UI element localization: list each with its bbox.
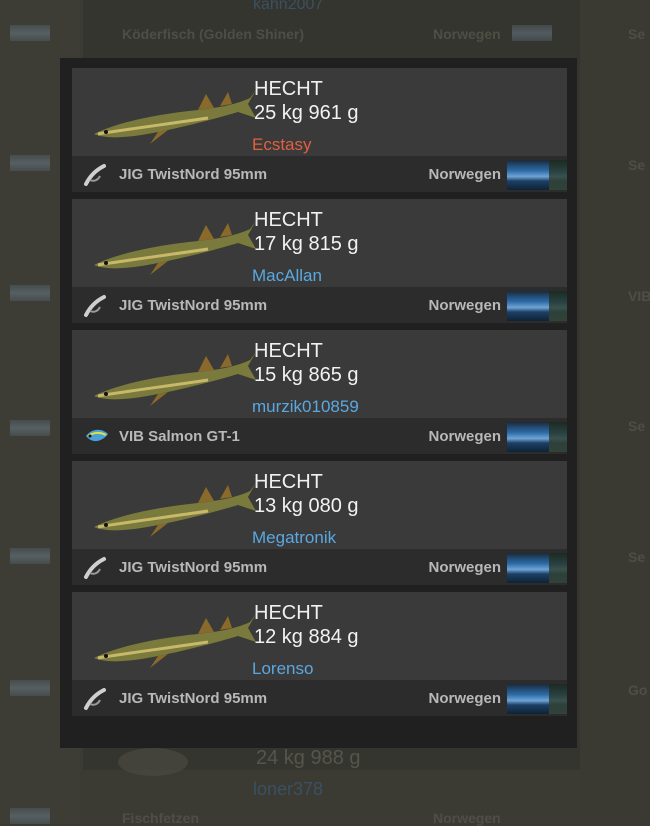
catch-card-footer: JIG TwistNord 95mm Norwegen: [72, 549, 567, 585]
fish-weight: 12 kg 884 g: [254, 626, 359, 648]
fish-weight: 15 kg 865 g: [254, 364, 359, 386]
player-name[interactable]: murzik010859: [252, 397, 359, 417]
fish-icon: [118, 748, 188, 776]
fish-species: HECHT: [254, 602, 323, 624]
background-right-label: Se: [628, 26, 646, 42]
pike-fish-icon: [94, 90, 256, 144]
jig-icon: [84, 557, 106, 579]
catch-card[interactable]: HECHT 15 kg 865 g murzik010859 VIB Salmo…: [72, 330, 567, 454]
flag-icon: [10, 420, 50, 436]
flag-icon: [10, 680, 50, 696]
location-thumbnail-icon: [507, 291, 567, 321]
flag-icon: [10, 285, 50, 301]
jig-icon: [84, 295, 106, 317]
trophy-list-modal: HECHT 25 kg 961 g Ecstasy JIG TwistNord …: [60, 58, 577, 748]
location-thumbnail-icon: [512, 25, 552, 41]
background-right-label: VIB: [628, 288, 650, 304]
location-thumbnail-icon: [507, 684, 567, 714]
fish-species: HECHT: [254, 471, 323, 493]
catch-card[interactable]: HECHT 13 kg 080 g Megatronik JIG TwistNo…: [72, 461, 567, 585]
location-thumbnail-icon: [507, 160, 567, 190]
jig-icon: [84, 688, 106, 710]
background-right-label: Se: [628, 157, 646, 173]
background-right-label: Se: [628, 418, 646, 434]
pike-fish-icon: [94, 483, 256, 537]
background-right-column: [580, 0, 650, 824]
flag-icon: [10, 25, 50, 41]
location-thumbnail-icon: [507, 553, 567, 583]
player-name[interactable]: Megatronik: [252, 528, 336, 548]
background-right-label: Se: [628, 549, 646, 565]
flag-icon: [10, 548, 50, 564]
lure-name: JIG TwistNord 95mm: [119, 297, 268, 314]
pike-fish-icon: [94, 352, 256, 406]
fish-weight: 25 kg 961 g: [254, 102, 359, 124]
player-name[interactable]: Lorenso: [252, 659, 313, 679]
catch-card-footer: JIG TwistNord 95mm Norwegen: [72, 680, 567, 716]
jig-icon: [84, 164, 106, 186]
flag-icon: [10, 808, 50, 824]
player-name[interactable]: Ecstasy: [252, 135, 312, 155]
background-player: kahn2007: [253, 0, 324, 13]
vib-lure-icon: [86, 429, 108, 442]
location-name: Norwegen: [428, 297, 501, 314]
catch-card-footer: VIB Salmon GT-1 Norwegen: [72, 418, 567, 454]
pike-fish-icon: [94, 614, 256, 668]
catch-card[interactable]: HECHT 17 kg 815 g MacAllan JIG TwistNord…: [72, 199, 567, 323]
catch-card[interactable]: HECHT 25 kg 961 g Ecstasy JIG TwistNord …: [72, 68, 567, 192]
pike-fish-icon: [94, 221, 256, 275]
player-name[interactable]: MacAllan: [252, 266, 322, 286]
lure-name: JIG TwistNord 95mm: [119, 690, 268, 707]
background-weight: 24 kg 988 g: [256, 747, 361, 769]
fish-species: HECHT: [254, 209, 323, 231]
catch-card[interactable]: HECHT 12 kg 884 g Lorenso JIG TwistNord …: [72, 592, 567, 716]
fish-species: HECHT: [254, 340, 323, 362]
location-name: Norwegen: [428, 559, 501, 576]
fish-weight: 13 kg 080 g: [254, 495, 359, 517]
background-lure: Köderfisch (Golden Shiner): [122, 26, 305, 42]
fish-weight: 17 kg 815 g: [254, 233, 359, 255]
background-location: Norwegen: [433, 26, 501, 42]
lure-name: JIG TwistNord 95mm: [119, 166, 268, 183]
catch-card-footer: JIG TwistNord 95mm Norwegen: [72, 287, 567, 323]
location-thumbnail-icon: [507, 422, 567, 452]
location-name: Norwegen: [428, 166, 501, 183]
lure-name: JIG TwistNord 95mm: [119, 559, 268, 576]
flag-icon: [10, 155, 50, 171]
location-name: Norwegen: [428, 428, 501, 445]
fish-species: HECHT: [254, 78, 323, 100]
background-right-label: Go: [628, 682, 648, 698]
background-player: loner378: [253, 779, 324, 799]
catch-card-footer: JIG TwistNord 95mm Norwegen: [72, 156, 567, 192]
lure-name: VIB Salmon GT-1: [119, 428, 240, 445]
location-name: Norwegen: [428, 690, 501, 707]
